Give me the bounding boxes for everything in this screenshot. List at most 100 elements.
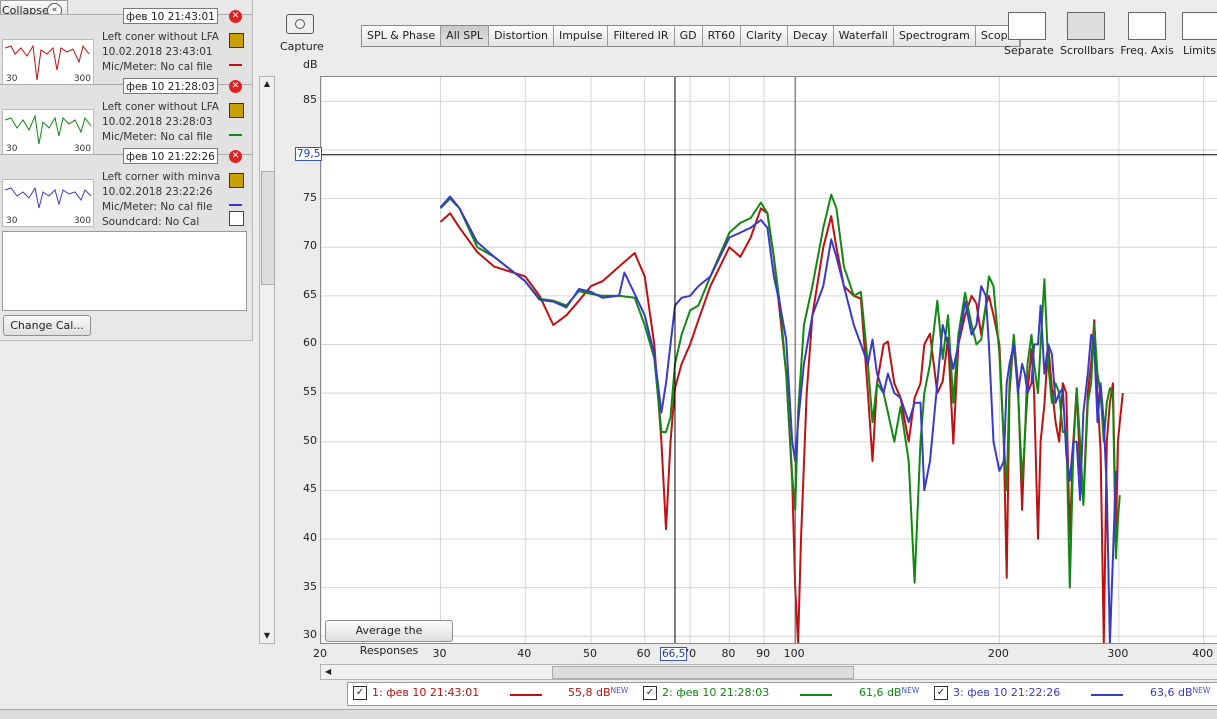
separate-label: Separate: [1004, 44, 1054, 57]
series-1-checkbox[interactable]: ✓: [353, 686, 367, 700]
tab-spectrogram[interactable]: Spectrogram: [893, 26, 976, 46]
average-responses-button[interactable]: Average the Responses: [325, 620, 453, 657]
y-tick-label: 40: [303, 530, 317, 544]
tab-spl-phase[interactable]: SPL & Phase: [362, 26, 442, 46]
spl-chart: [320, 77, 1217, 644]
vertical-scroll-thumb[interactable]: [261, 171, 275, 285]
measurement-entry-3[interactable]: фев 10 21:22:26 ✕ 30 300 Left corner wit…: [0, 148, 252, 231]
delete-icon[interactable]: ✕: [229, 80, 242, 93]
legend-series-3-name: 3: фев 10 21:22:26: [953, 686, 1061, 699]
separate-button[interactable]: Separate: [1004, 12, 1054, 57]
limits-button[interactable]: Limits: [1182, 12, 1217, 57]
thumb-max-label: 300: [73, 74, 91, 84]
series-2-checkbox[interactable]: ✓: [643, 686, 657, 700]
measurement-3-thumbnail[interactable]: 30 300: [2, 179, 94, 227]
tab-gd[interactable]: GD: [674, 26, 703, 46]
notes-icon[interactable]: [229, 211, 244, 226]
x-tick-label: 300: [1107, 647, 1129, 660]
legend-series-2-avg: 61,6 dBNEW: [859, 686, 920, 699]
measurement-1-name: Left coner without LFA t: [102, 31, 220, 43]
tab-impulse[interactable]: Impulse: [553, 26, 609, 46]
legend-series-1-avg: 55,8 dBNEW: [568, 686, 629, 699]
tab-rt60[interactable]: RT60: [702, 26, 742, 46]
measurement-1-timestamp: 10.02.2018 23:43:01: [102, 46, 213, 58]
legend-bar: ✓ 1: фев 10 21:43:01 55,8 dBNEW ✓ 2: фев…: [347, 682, 1217, 706]
series-3-checkbox[interactable]: ✓: [934, 686, 948, 700]
measurement-1-mic: Mic/Meter: No cal file: [102, 61, 213, 73]
y-tick-label: 50: [303, 433, 317, 447]
horizontal-scroll-thumb[interactable]: [552, 666, 854, 679]
pen-color-icon[interactable]: [229, 121, 242, 136]
edit-icon[interactable]: [229, 103, 244, 118]
legend-series-1-name: 1: фев 10 21:43:01: [372, 686, 480, 699]
y-tick-label: 65: [303, 287, 317, 301]
legend-series-2-avg-value: 61,6 dB: [859, 686, 902, 699]
limits-label: Limits: [1183, 44, 1216, 57]
x-tick-label: 90: [756, 647, 771, 660]
y-tick-label: 45: [303, 482, 317, 496]
notes-textarea[interactable]: [2, 231, 247, 311]
edit-icon[interactable]: [229, 33, 244, 48]
change-cal-button[interactable]: Change Cal...: [3, 315, 91, 336]
y-tick-label: 70: [303, 239, 317, 253]
freq-axis-label: Freq. Axis: [1120, 44, 1174, 57]
legend-series-2-name: 2: фев 10 21:28:03: [662, 686, 770, 699]
scroll-left-arrow-icon[interactable]: ◀: [325, 665, 331, 679]
measurement-2-thumbnail[interactable]: 30 300: [2, 109, 94, 155]
thumb-min-label: 30: [6, 74, 18, 84]
delete-icon[interactable]: ✕: [229, 150, 242, 163]
series-3-line: [439, 195, 1117, 644]
vertical-scrollbar[interactable]: ▲ ▼: [259, 76, 275, 644]
capture-label: Capture: [280, 40, 324, 53]
x-tick-label: 50: [582, 647, 597, 660]
cursor-y-readout: 79,5: [295, 146, 323, 161]
tab-filtered-ir[interactable]: Filtered IR: [608, 26, 675, 46]
measurement-2-name: Left coner without LFA t: [102, 101, 220, 113]
measurement-2-mic: Mic/Meter: No cal file: [102, 131, 213, 143]
x-tick-label: 30: [432, 647, 447, 660]
y-tick-label: 30: [303, 628, 317, 642]
legend-series-3-line: [1091, 694, 1123, 696]
edit-icon[interactable]: [229, 173, 244, 188]
measurement-1-thumbnail[interactable]: 30 300: [2, 39, 94, 85]
scrollbars-icon: [1067, 12, 1105, 40]
measurement-entry-1[interactable]: фев 10 21:43:01 ✕ 30 300 Left coner with…: [0, 8, 252, 85]
scroll-up-arrow-icon[interactable]: ▲: [260, 77, 274, 91]
thumb-max-label: 300: [73, 144, 91, 154]
scrollbars-button[interactable]: Scrollbars: [1060, 12, 1115, 57]
tab-distortion[interactable]: Distortion: [489, 26, 554, 46]
measurement-entry-2[interactable]: фев 10 21:28:03 ✕ 30 300 Left coner with…: [0, 78, 252, 155]
y-tick-label: 75: [303, 190, 317, 204]
scrollbars-label: Scrollbars: [1060, 44, 1115, 57]
measurement-3-soundcard: Soundcard: No Cal: [102, 216, 200, 228]
freq-axis-button[interactable]: Freq. Axis: [1120, 12, 1174, 57]
legend-series-2-line: [800, 694, 832, 696]
capture-button[interactable]: Capture: [280, 14, 324, 53]
tab-all-spl[interactable]: All SPL: [441, 26, 490, 46]
legend-series-1-line: [510, 694, 542, 696]
tab-decay[interactable]: Decay: [788, 26, 834, 46]
measurement-3-date-field[interactable]: фев 10 21:22:26: [123, 148, 218, 164]
measurement-1-date-field[interactable]: фев 10 21:43:01: [123, 8, 218, 24]
measurement-3-mic: Mic/Meter: No cal file: [102, 201, 213, 213]
pen-color-icon[interactable]: [229, 191, 242, 206]
y-tick-label: 60: [303, 336, 317, 350]
pen-color-icon[interactable]: [229, 51, 242, 66]
freq-axis-icon: [1128, 12, 1166, 40]
y-tick-label: 35: [303, 579, 317, 593]
tab-clarity[interactable]: Clarity: [741, 26, 789, 46]
delete-icon[interactable]: ✕: [229, 10, 242, 23]
measurement-3-name: Left corner with minvata: [102, 171, 220, 183]
cursor-x-readout: 66,5: [659, 647, 688, 661]
x-tick-label: 40: [517, 647, 532, 660]
scroll-down-arrow-icon[interactable]: ▼: [260, 629, 274, 643]
measurement-2-date-field[interactable]: фев 10 21:28:03: [123, 78, 218, 94]
legend-series-3-avg-value: 63,6 dB: [1150, 686, 1193, 699]
spl-plot-area[interactable]: [320, 76, 1217, 644]
y-tick-label: 55: [303, 385, 317, 399]
tab-waterfall[interactable]: Waterfall: [833, 26, 894, 46]
limits-arrows-icon: [1182, 12, 1217, 40]
separate-icon: [1008, 12, 1046, 40]
thumb-min-label: 30: [6, 216, 18, 226]
horizontal-scrollbar[interactable]: ◀: [320, 664, 1217, 680]
